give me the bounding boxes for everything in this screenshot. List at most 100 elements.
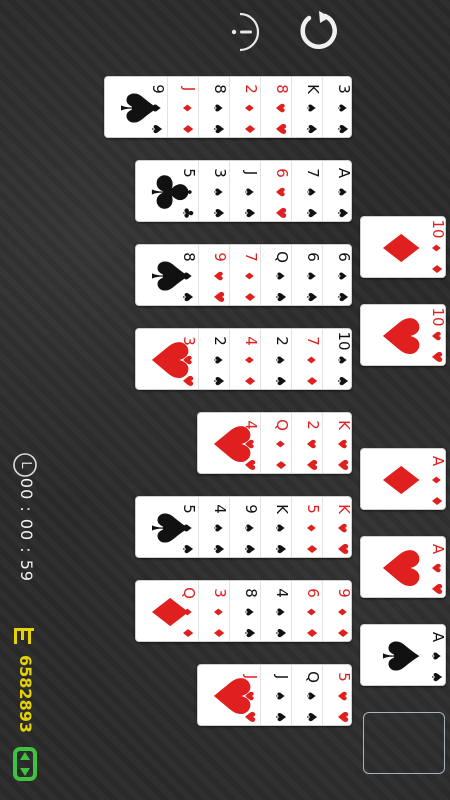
spade-icon: ♠ [334, 122, 350, 136]
tableau-column-2[interactable]: A ♠ ♠ 7 ♠ ♠ 6 ♥ ♥ J ♠ ♠ 3 ♠ ♠ 5 ♣ ♣ ♣ [135, 160, 352, 222]
diamond-icon: ♦ [242, 102, 256, 114]
spade-icon: ♠ [273, 690, 287, 702]
card-edge [322, 77, 323, 137]
diamond-icon: ♦ [210, 626, 226, 640]
large-heart-icon: ♥ [202, 421, 260, 467]
card-rank: 8 [273, 84, 291, 94]
heart-icon: ♥ [429, 562, 443, 574]
foundation-10-diamond[interactable]: 10 ♦ ♦ ♦ [360, 216, 446, 278]
card-rank: 3 [335, 84, 352, 94]
spade-icon: ♠ [335, 354, 349, 366]
card-edge [291, 161, 292, 221]
card-rank: 6 [335, 252, 352, 262]
tableau-column-4[interactable]: 10 ♠ ♠ 7 ♦ ♦ 2 ♠ ♠ 4 ♦ ♦ 2 ♠ ♠ 3 ♥ ♥ ♥ [135, 328, 352, 390]
card-rank: 9 [242, 504, 260, 514]
heart-icon: ♥ [429, 330, 443, 342]
spade-icon: ♠ [211, 522, 225, 534]
heart-icon: ♥ [210, 290, 226, 304]
card-rank: K [273, 504, 291, 514]
diamond-icon: ♦ [241, 290, 257, 304]
tableau-column-6[interactable]: K ♥ ♥ 5 ♦ ♦ K ♠ ♠ 9 ♠ ♠ 4 ♠ ♠ 5 ♠ ♠ ♠ [135, 496, 352, 558]
spade-icon: ♠ [273, 270, 287, 282]
large-heart-icon: ♥ [140, 337, 198, 383]
heart-icon: ♥ [272, 206, 288, 220]
large-diamond-icon: ♦ [371, 457, 429, 503]
card-rank: 2 [273, 336, 291, 346]
card-rank: 4 [211, 504, 229, 514]
card-rank: 2 [304, 420, 322, 430]
spade-icon: ♠ [210, 206, 226, 220]
foundation-10-heart[interactable]: 10 ♥ ♥ ♥ [360, 304, 446, 366]
card-edge [322, 329, 323, 389]
card-edge [229, 581, 230, 641]
heart-icon: ♥ [334, 710, 350, 724]
diamond-icon: ♦ [242, 354, 256, 366]
card-edge [198, 329, 199, 389]
diamond-icon: ♦ [179, 122, 195, 136]
spade-icon: ♠ [303, 290, 319, 304]
tableau-column-5[interactable]: K ♥ ♥ 2 ♥ ♥ Q ♦ ♦ 4 ♥ ♥ ♥ [197, 412, 352, 474]
foundation-A-heart[interactable]: A ♥ ♥ ♥ [360, 536, 446, 598]
diamond-icon: ♦ [429, 242, 443, 254]
card-rank: K [335, 420, 352, 430]
card-rank: 6 [304, 588, 322, 598]
heart-icon: ♥ [273, 102, 287, 114]
spade-icon: ♠ [334, 206, 350, 220]
card-rank: 8 [211, 84, 229, 94]
foundation-A-diamond[interactable]: A ♦ ♦ ♦ [360, 448, 446, 510]
game-board: L 00 : 00 : 59 6582893 3 ♠ ♠ K ♠ ♠ 8 ♥ ♥ 2 ♦ ♦ 8 ♠ ♠ J ♦… [0, 0, 450, 800]
diamond-icon: ♦ [428, 494, 444, 508]
diamond-icon: ♦ [303, 626, 319, 640]
card-rank: J [273, 674, 291, 680]
restart-icon[interactable] [297, 8, 343, 54]
diamond-icon: ♦ [241, 374, 257, 388]
diamond-icon: ♦ [242, 270, 256, 282]
tableau-column-1[interactable]: 3 ♠ ♠ K ♠ ♠ 8 ♥ ♥ 2 ♦ ♦ 8 ♠ ♠ J ♦ ♦ 9 ♠ ♠ ♠ [104, 76, 352, 138]
empty-free-cell[interactable] [363, 712, 445, 774]
card-edge [322, 413, 323, 473]
card-rank: 3 [211, 168, 229, 178]
tableau-column-3[interactable]: 6 ♠ ♠ 6 ♠ ♠ Q ♠ ♠ 7 ♦ ♦ 9 ♥ ♥ 8 ♠ ♠ ♠ [135, 244, 352, 306]
card-edge [291, 245, 292, 305]
card-rank: 5 [335, 672, 352, 682]
diamond-icon: ♦ [304, 354, 318, 366]
card-rank: 2 [211, 336, 229, 346]
large-diamond-icon: ♦ [140, 589, 198, 635]
card-edge [291, 497, 292, 557]
diamond-icon: ♦ [335, 606, 349, 618]
spade-icon: ♠ [210, 374, 226, 388]
card-edge [229, 497, 230, 557]
spade-icon: ♠ [303, 122, 319, 136]
card-rank: J [180, 86, 198, 92]
card-edge [260, 245, 261, 305]
card-edge [322, 665, 323, 725]
diamond-icon: ♦ [303, 374, 319, 388]
card-edge [198, 245, 199, 305]
card-rank: 10 [335, 331, 352, 351]
heart-icon: ♥ [272, 122, 288, 136]
heart-icon: ♥ [428, 350, 444, 364]
tableau-column-7[interactable]: 9 ♦ ♦ 6 ♦ ♦ 4 ♠ ♠ 8 ♠ ♠ 3 ♦ ♦ Q ♦ ♦ ♦ [135, 580, 352, 642]
card-rank: 6 [304, 252, 322, 262]
spade-icon: ♠ [211, 186, 225, 198]
diamond-icon: ♦ [304, 522, 318, 534]
recycle-icon [10, 746, 40, 782]
spade-icon: ♠ [211, 354, 225, 366]
diamond-icon: ♦ [180, 102, 194, 114]
card-rank: 3 [211, 588, 229, 598]
spade-icon: ♠ [303, 710, 319, 724]
diamond-icon: ♦ [211, 606, 225, 618]
spade-icon: ♠ [241, 206, 257, 220]
foundation-A-spade[interactable]: A ♠ ♠ ♠ [360, 624, 446, 686]
card-edge [229, 329, 230, 389]
card-edge [322, 581, 323, 641]
spade-icon: ♠ [211, 102, 225, 114]
diamond-icon: ♦ [428, 262, 444, 276]
large-spade-icon: ♠ [109, 85, 167, 131]
tableau-column-8[interactable]: 5 ♥ ♥ Q ♠ ♠ J ♠ ♠ J ♥ ♥ ♥ [197, 664, 352, 726]
heart-icon: ♥ [428, 582, 444, 596]
card-edge [260, 497, 261, 557]
spade-icon: ♠ [334, 374, 350, 388]
info-icon[interactable] [218, 10, 262, 54]
timer: 00 : 00 : 59 [17, 477, 36, 583]
